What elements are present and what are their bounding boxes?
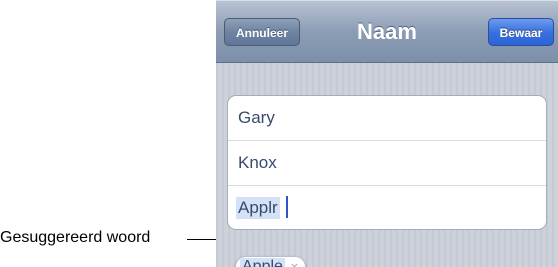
last-name-field[interactable]: Knox [228, 141, 546, 186]
callout-label: Gesuggereerd woord [0, 229, 151, 246]
navigation-bar: Annuleer Naam Bewaar [216, 0, 558, 63]
phone-screen: Annuleer Naam Bewaar Gary Knox Applr App… [216, 0, 558, 267]
typed-text: Applr [236, 197, 280, 219]
name-form-group: Gary Knox Applr [227, 95, 547, 230]
close-icon[interactable]: × [290, 258, 299, 267]
text-cursor [286, 196, 288, 218]
save-button[interactable]: Bewaar [488, 18, 554, 46]
first-name-field[interactable]: Gary [228, 96, 546, 141]
autocorrect-suggestion[interactable]: Apple × [235, 256, 307, 267]
suggested-word: Apple [240, 258, 285, 267]
last-name-value: Knox [238, 153, 277, 172]
first-name-value: Gary [238, 108, 275, 127]
company-field[interactable]: Applr [228, 186, 546, 231]
